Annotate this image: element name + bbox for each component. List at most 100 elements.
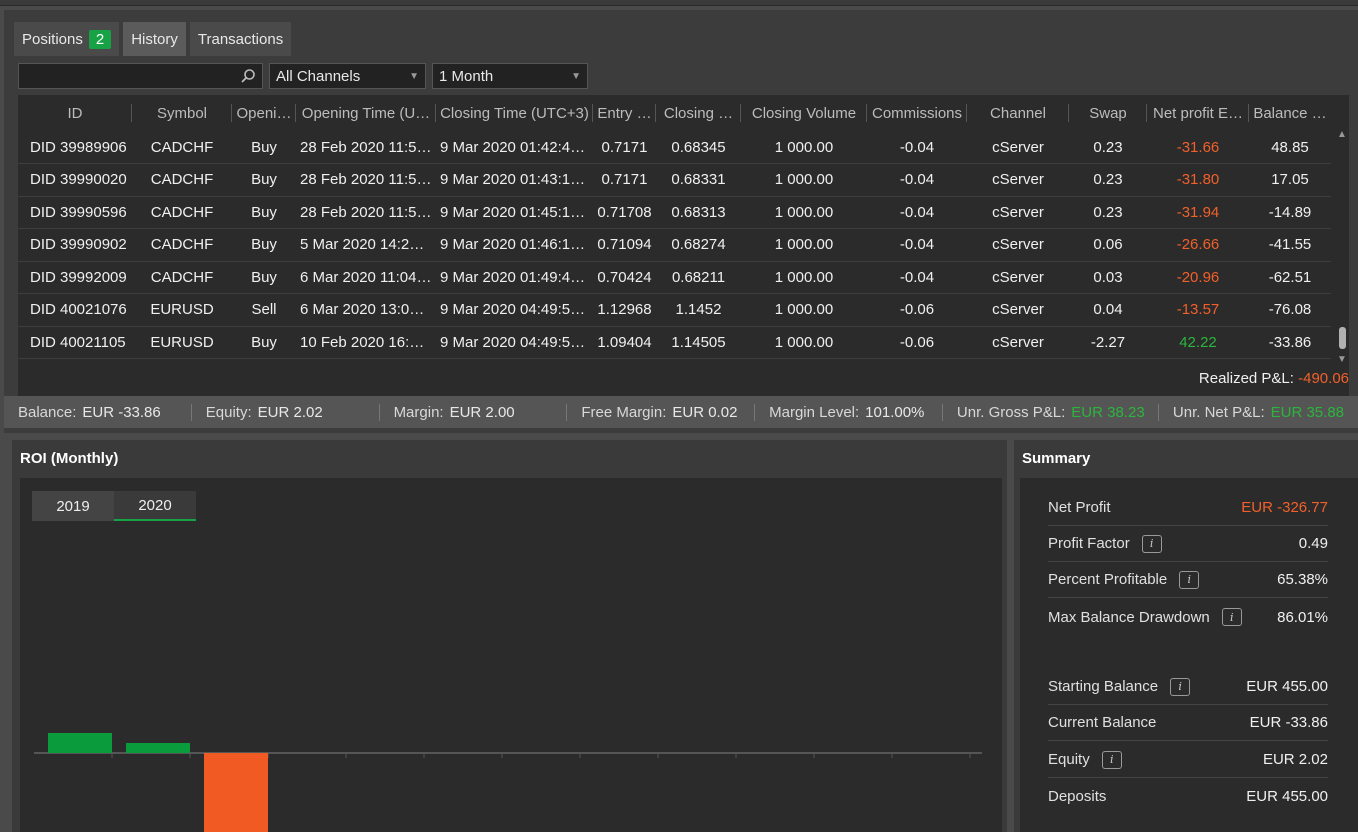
- table-cell: CADCHF: [132, 228, 232, 262]
- summary-value: 86.01%: [1277, 608, 1328, 626]
- year-tab-2019[interactable]: 2019: [32, 491, 114, 521]
- summary-row: Starting Balance i EUR 455.00: [1048, 669, 1328, 705]
- table-cell: 1 000.00: [741, 228, 867, 262]
- info-icon[interactable]: i: [1179, 570, 1200, 589]
- roi-bar[interactable]: [204, 753, 268, 832]
- table-cell: cServer: [967, 326, 1069, 359]
- table-cell: -76.08: [1249, 293, 1331, 327]
- table-cell: -0.04: [867, 131, 967, 164]
- table-cell: -14.89: [1249, 196, 1331, 229]
- table-cell: 1 000.00: [741, 163, 867, 197]
- search-icon[interactable]: [240, 68, 256, 84]
- scroll-up-icon[interactable]: ▲: [1337, 129, 1347, 140]
- info-icon[interactable]: i: [1101, 750, 1122, 769]
- column-header[interactable]: Closing Volume: [741, 95, 867, 131]
- table-row[interactable]: DID 39992009 CADCHF Buy 6 Mar 2020 11:04:… 9…: [18, 261, 1331, 294]
- table-cell: DID 39990020: [18, 163, 132, 197]
- table-row[interactable]: DID 39990596 CADCHF Buy 28 Feb 2020 11:58… 9…: [18, 196, 1331, 229]
- year-tab-2020[interactable]: 2020: [114, 491, 196, 521]
- table-cell: -0.06: [867, 326, 967, 359]
- table-cell: -33.86: [1249, 326, 1331, 359]
- table-cell: 1.12968: [593, 293, 656, 327]
- status-value: EUR 35.88: [1270, 403, 1344, 421]
- info-icon[interactable]: i: [1221, 608, 1242, 626]
- table-cell: 1 000.00: [741, 131, 867, 164]
- table-cell: 28 Feb 2020 11:58…: [296, 163, 436, 197]
- column-header[interactable]: Openi…: [232, 95, 296, 131]
- table-cell: -31.94: [1147, 196, 1249, 229]
- info-icon[interactable]: i: [1170, 677, 1191, 696]
- status-label: Unr. Gross P&L:: [956, 403, 1066, 421]
- summary-value: EUR 455.00: [1246, 787, 1328, 805]
- table-row[interactable]: DID 39990902 CADCHF Buy 5 Mar 2020 14:21:… 9…: [18, 228, 1331, 262]
- summary-value: EUR 455.00: [1246, 678, 1328, 695]
- table-cell: 0.23: [1069, 163, 1147, 197]
- status-value: EUR 38.23: [1071, 403, 1145, 421]
- table-row[interactable]: DID 39990020 CADCHF Buy 28 Feb 2020 11:58… 9…: [18, 163, 1331, 197]
- summary-label-text: Percent Profitable: [1048, 571, 1168, 588]
- table-cell: DID 39990902: [18, 228, 132, 262]
- column-header[interactable]: Commissions: [867, 95, 967, 131]
- tab-label: Transactions: [197, 30, 284, 48]
- summary-row: Max Balance Drawdown i 86.01%: [1048, 599, 1328, 635]
- column-header[interactable]: Swap: [1069, 95, 1147, 131]
- table-row[interactable]: DID 39989906 CADCHF Buy 28 Feb 2020 11:58… 9…: [18, 131, 1331, 164]
- tab-positions[interactable]: Positions 2: [14, 22, 120, 56]
- table-cell: CADCHF: [132, 261, 232, 294]
- summary-label-text: Deposits: [1048, 787, 1107, 805]
- table-cell: 1.09404: [593, 326, 656, 359]
- summary-label-text: Net Profit: [1048, 499, 1111, 516]
- tab-label: History: [131, 30, 178, 48]
- channel-select[interactable]: All Channels ▼: [269, 63, 426, 89]
- table-cell: 0.7171: [593, 163, 656, 197]
- table-cell: 0.06: [1069, 228, 1147, 262]
- column-header[interactable]: Opening Time (U…: [296, 95, 436, 131]
- status-unr-net-pnl: Unr. Net P&L: EUR 35.88: [1159, 404, 1358, 421]
- summary-value: EUR -33.86: [1249, 714, 1328, 731]
- table-cell: 0.68345: [656, 131, 741, 164]
- info-icon[interactable]: i: [1141, 534, 1162, 553]
- column-header[interactable]: Symbol: [132, 95, 232, 131]
- column-header[interactable]: ID: [18, 95, 132, 131]
- positions-count-badge: 2: [88, 29, 112, 49]
- column-header[interactable]: Net profit E…: [1147, 95, 1249, 131]
- scroll-down-icon[interactable]: ▼: [1337, 354, 1347, 365]
- status-label: Unr. Net P&L:: [1172, 403, 1265, 421]
- column-header[interactable]: Closing …: [656, 95, 741, 131]
- tab-transactions[interactable]: Transactions: [189, 22, 292, 56]
- column-header[interactable]: Entry …: [593, 95, 656, 131]
- period-select[interactable]: 1 Month ▼: [432, 63, 588, 89]
- summary-value: 0.49: [1298, 535, 1328, 552]
- table-row[interactable]: DID 40021105 EURUSD Buy 10 Feb 2020 16:5… 9 …: [18, 326, 1331, 359]
- summary-label: Starting Balance i: [1048, 677, 1191, 696]
- status-label: Balance:: [18, 403, 77, 421]
- table-cell: 6 Mar 2020 13:03:…: [296, 293, 436, 327]
- status-margin: Margin: EUR 2.00: [380, 403, 568, 421]
- table-cell: 0.03: [1069, 261, 1147, 294]
- table-cell: -62.51: [1249, 261, 1331, 294]
- summary-row: Percent Profitable i 65.38%: [1048, 562, 1328, 598]
- tab-history[interactable]: History: [123, 22, 186, 56]
- roi-bar[interactable]: [48, 733, 112, 753]
- table-cell: DID 39989906: [18, 131, 132, 164]
- table-cell: 1.1452: [656, 293, 741, 327]
- vertical-scrollbar[interactable]: ▲ ▼: [1335, 95, 1349, 397]
- column-header[interactable]: Balance …: [1249, 95, 1331, 131]
- table-cell: 9 Mar 2020 01:46:10.…: [436, 228, 593, 262]
- column-header[interactable]: Closing Time (UTC+3): [436, 95, 593, 131]
- summary-label: Max Balance Drawdown i: [1048, 608, 1242, 626]
- search-input[interactable]: [18, 63, 263, 89]
- scrollbar-thumb[interactable]: [1339, 327, 1346, 349]
- table-cell: CADCHF: [132, 163, 232, 197]
- table-cell: Buy: [232, 228, 296, 262]
- roi-bar[interactable]: [126, 743, 190, 753]
- table-cell: Buy: [232, 196, 296, 229]
- status-free-margin: Free Margin: EUR 0.02: [567, 403, 756, 421]
- table-row[interactable]: DID 40021076 EURUSD Sell 6 Mar 2020 13:03:……: [18, 293, 1331, 327]
- table-cell: -0.06: [867, 293, 967, 327]
- column-header[interactable]: Channel: [967, 95, 1069, 131]
- table-cell: 1 000.00: [741, 261, 867, 294]
- summary-label: Profit Factor i: [1048, 534, 1162, 553]
- table-cell: 17.05: [1249, 163, 1331, 197]
- table-cell: DID 40021076: [18, 293, 132, 327]
